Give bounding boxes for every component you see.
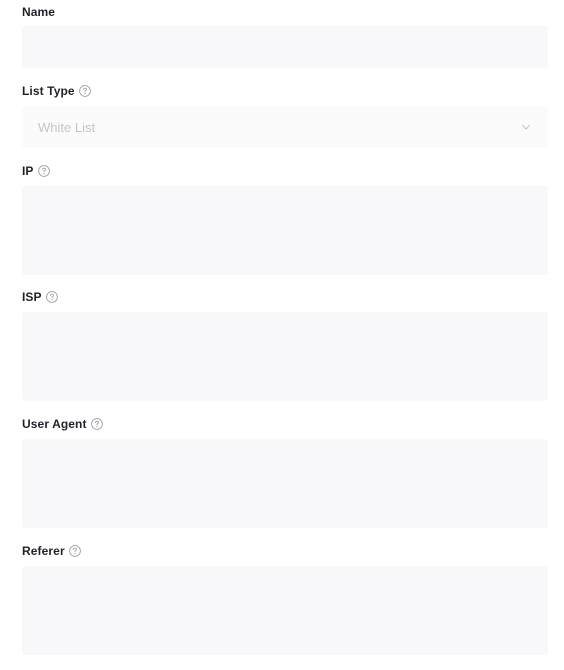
question-circle-icon[interactable]: [78, 85, 91, 97]
question-circle-icon[interactable]: [68, 545, 81, 557]
question-circle-icon[interactable]: [37, 165, 50, 177]
ip-textarea[interactable]: [22, 186, 548, 275]
chevron-down-icon: [520, 121, 532, 133]
blocklist-form: Name List Type White List IP ISP User Ag…: [0, 0, 564, 670]
isp-label: ISP: [22, 290, 42, 304]
name-label: Name: [22, 5, 56, 19]
list-type-selected-value: White List: [38, 119, 96, 135]
name-label-row: Name: [22, 4, 55, 20]
referer-textarea[interactable]: [22, 566, 548, 655]
question-circle-icon[interactable]: [45, 291, 58, 303]
question-circle-icon[interactable]: [90, 418, 103, 430]
list-type-select[interactable]: White List: [22, 106, 548, 148]
isp-label-row: ISP: [22, 289, 58, 305]
user-agent-textarea[interactable]: [22, 439, 548, 528]
name-input[interactable]: [22, 26, 548, 68]
isp-textarea[interactable]: [22, 312, 548, 401]
list-type-label-row: List Type: [22, 83, 91, 99]
referer-label: Referer: [22, 544, 65, 558]
list-type-label: List Type: [22, 84, 75, 98]
user-agent-label: User Agent: [22, 417, 87, 431]
ip-label: IP: [22, 164, 34, 178]
user-agent-label-row: User Agent: [22, 416, 103, 432]
ip-label-row: IP: [22, 163, 50, 179]
referer-label-row: Referer: [22, 543, 81, 559]
